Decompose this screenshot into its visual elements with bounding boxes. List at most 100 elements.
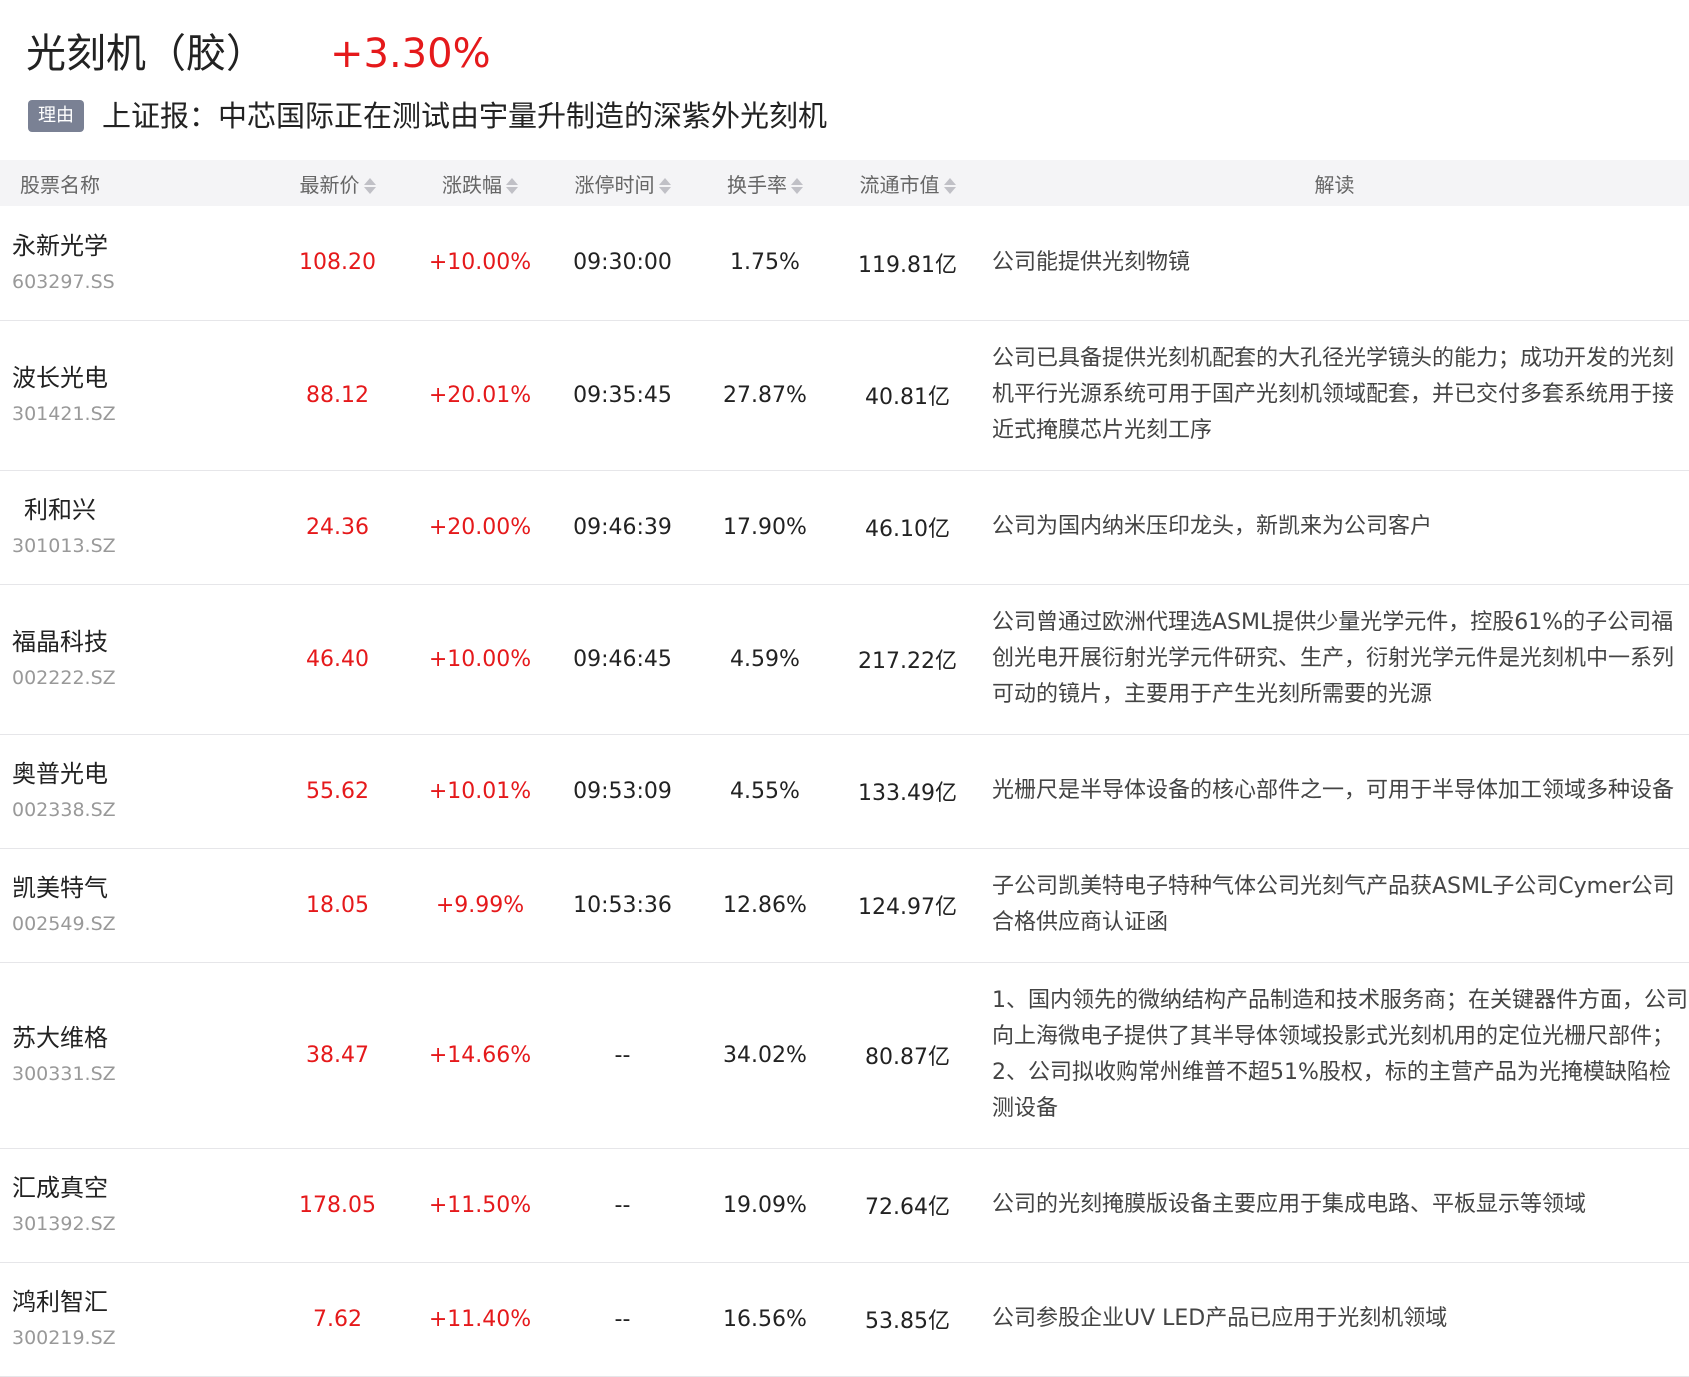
concept-header: 光刻机（胶） +3.30% 理由 上证报：中芯国际正在测试由宇量升制造的深紫外光…: [0, 0, 1689, 160]
turnover-cell: 4.55%: [730, 778, 800, 804]
stock-code: 301013.SZ: [12, 535, 116, 557]
stock-name[interactable]: 福晶科技: [12, 625, 265, 659]
table-header-row: 股票名称 最新价 涨跌幅 涨停时间 换手率 流通市值 解读: [0, 160, 1689, 206]
stock-name[interactable]: 汇成真空: [12, 1171, 265, 1205]
stock-cell[interactable]: 鸿利智汇 300219.SZ: [0, 1262, 265, 1376]
column-header-limit-time[interactable]: 涨停时间: [550, 160, 695, 206]
column-label: 最新价: [299, 172, 360, 197]
mcap-cell: 72.64亿: [865, 1195, 950, 1220]
stock-name[interactable]: 奥普光电: [12, 757, 265, 791]
limit-time-cell: --: [614, 1306, 631, 1332]
column-label: 换手率: [727, 172, 787, 197]
sort-icon[interactable]: [506, 176, 518, 196]
stock-cell[interactable]: 凯美特气 002549.SZ: [0, 848, 265, 962]
table-row[interactable]: 汇成真空 301392.SZ 178.05 +11.50% -- 19.09% 7…: [0, 1148, 1689, 1262]
sort-icon[interactable]: [363, 176, 376, 196]
price-cell: 46.40: [306, 646, 369, 672]
interp-cell: 公司参股企业UV LED产品已应用于光刻机领域: [992, 1306, 1448, 1331]
stock-cell[interactable]: 永新光学 603297.SS: [0, 206, 265, 320]
mcap-cell: 119.81亿: [858, 252, 957, 278]
turnover-cell: 16.56%: [723, 1306, 807, 1332]
table-row[interactable]: 永新光学 603297.SS 108.20 +10.00% 09:30:00 1.…: [0, 206, 1689, 320]
turnover-cell: 4.59%: [730, 646, 800, 672]
interp-cell: 公司曾通过欧洲代理选ASML提供少量光学元件，控股61%的子公司福创光电开展衍射…: [992, 610, 1675, 707]
column-header-price[interactable]: 最新价: [265, 160, 410, 206]
pct-cell: +9.99%: [435, 892, 525, 918]
limit-time-cell: 10:53:36: [573, 892, 672, 918]
turnover-cell: 27.87%: [723, 382, 807, 408]
column-header-name: 股票名称: [0, 160, 265, 206]
stock-name[interactable]: 利和兴: [12, 493, 265, 527]
sort-icon[interactable]: [791, 176, 803, 196]
column-header-pct[interactable]: 涨跌幅: [410, 160, 550, 206]
pct-cell: +10.00%: [428, 250, 532, 276]
reason-badge: 理由: [28, 100, 84, 132]
price-cell: 18.05: [306, 892, 369, 918]
stock-code: 002338.SZ: [12, 799, 116, 821]
column-header-turnover[interactable]: 换手率: [695, 160, 835, 206]
table-row[interactable]: 凯美特气 002549.SZ 18.05 +9.99% 10:53:36 12.8…: [0, 848, 1689, 962]
interp-cell: 公司的光刻掩膜版设备主要应用于集成电路、平板显示等领域: [992, 1192, 1587, 1217]
column-label: 股票名称: [20, 172, 100, 197]
interp-cell: 公司已具备提供光刻机配套的大孔径光学镜头的能力；成功开发的光刻机平行光源系统可用…: [992, 346, 1675, 443]
stock-code: 300331.SZ: [12, 1063, 116, 1085]
mcap-cell: 124.97亿: [858, 895, 957, 920]
price-cell: 7.62: [313, 1306, 362, 1332]
stock-code: 002549.SZ: [12, 913, 116, 935]
stock-name[interactable]: 波长光电: [12, 361, 265, 395]
pct-cell: +11.50%: [428, 1192, 532, 1218]
pct-cell: +10.00%: [428, 646, 532, 672]
column-label: 解读: [1314, 172, 1355, 197]
mcap-cell: 53.85亿: [865, 1309, 950, 1334]
price-cell: 88.12: [306, 382, 369, 408]
sort-icon[interactable]: [943, 176, 956, 196]
limit-time-cell: --: [614, 1192, 631, 1218]
stock-code: 603297.SS: [12, 270, 115, 293]
price-cell: 55.62: [306, 778, 369, 804]
turnover-cell: 12.86%: [723, 892, 807, 918]
table-row[interactable]: 利和兴 301013.SZ 24.36 +20.00% 09:46:39 17.9…: [0, 470, 1689, 584]
stock-cell[interactable]: 福晶科技 002222.SZ: [0, 584, 265, 734]
limit-time-cell: --: [614, 1042, 631, 1068]
interp-cell: 公司为国内纳米压印龙头，新凯来为公司客户: [992, 514, 1433, 539]
table-row[interactable]: 奥普光电 002338.SZ 55.62 +10.01% 09:53:09 4.5…: [0, 734, 1689, 848]
stock-cell[interactable]: 奥普光电 002338.SZ: [0, 734, 265, 848]
turnover-cell: 1.75%: [730, 250, 800, 276]
stock-cell[interactable]: 波长光电 301421.SZ: [0, 320, 265, 470]
pct-cell: +20.01%: [428, 382, 532, 408]
turnover-cell: 34.02%: [723, 1042, 807, 1068]
reason-text: 上证报：中芯国际正在测试由宇量升制造的深紫外光刻机: [102, 99, 828, 133]
stock-name[interactable]: 苏大维格: [12, 1021, 265, 1055]
stock-name[interactable]: 凯美特气: [12, 871, 265, 905]
column-header-mcap[interactable]: 流通市值: [835, 160, 980, 206]
table-row[interactable]: 苏大维格 300331.SZ 38.47 +14.66% -- 34.02% 80…: [0, 962, 1689, 1148]
stock-code: 301421.SZ: [12, 403, 116, 425]
stock-name[interactable]: 鸿利智汇: [12, 1285, 265, 1319]
sort-icon[interactable]: [658, 176, 671, 196]
turnover-cell: 17.90%: [723, 514, 807, 540]
pct-cell: +14.66%: [428, 1042, 532, 1068]
pct-cell: +11.40%: [428, 1306, 532, 1332]
stock-name[interactable]: 永新光学: [12, 229, 265, 263]
price-cell: 178.05: [299, 1192, 376, 1218]
interp-cell: 公司能提供光刻物镜: [992, 249, 1191, 275]
price-cell: 38.47: [306, 1042, 369, 1068]
limit-time-cell: 09:35:45: [573, 382, 672, 408]
stock-cell[interactable]: 苏大维格 300331.SZ: [0, 962, 265, 1148]
stock-cell[interactable]: 利和兴 301013.SZ: [0, 470, 265, 584]
limit-time-cell: 09:53:09: [573, 778, 672, 804]
pct-cell: +10.01%: [428, 778, 532, 804]
table-row[interactable]: 鸿利智汇 300219.SZ 7.62 +11.40% -- 16.56% 53.…: [0, 1262, 1689, 1376]
column-label: 涨跌幅: [442, 172, 502, 197]
table-row[interactable]: 福晶科技 002222.SZ 46.40 +10.00% 09:46:45 4.5…: [0, 584, 1689, 734]
mcap-cell: 80.87亿: [865, 1045, 950, 1070]
turnover-cell: 19.09%: [723, 1192, 807, 1218]
table-row[interactable]: 波长光电 301421.SZ 88.12 +20.01% 09:35:45 27.…: [0, 320, 1689, 470]
concept-change: +3.30%: [330, 31, 491, 77]
stock-table: 股票名称 最新价 涨跌幅 涨停时间 换手率 流通市值 解读 永新光学 603297…: [0, 160, 1689, 1377]
limit-time-cell: 09:30:00: [573, 250, 672, 276]
mcap-cell: 217.22亿: [858, 649, 957, 674]
column-label: 流通市值: [859, 172, 940, 197]
stock-cell[interactable]: 汇成真空 301392.SZ: [0, 1148, 265, 1262]
concept-title: 光刻机（胶）: [26, 31, 266, 77]
